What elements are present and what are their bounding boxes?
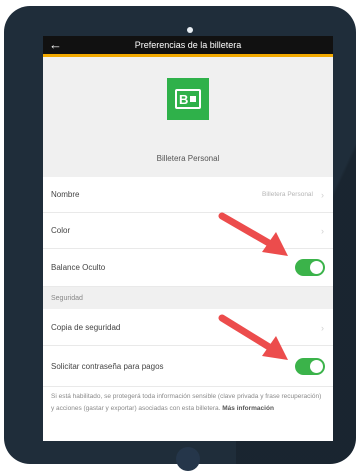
page-title: Preferencias de la billetera [134,40,242,50]
wallet-header: B Billetera Personal [43,57,333,177]
arrow-annotation-icon [218,212,288,256]
backup-label: Copia de seguridad [51,323,121,332]
arrow-annotation-icon [218,314,288,360]
top-bar: ← Preferencias de la billetera [43,36,333,54]
password-label: Solicitar contraseña para pagos [51,362,164,371]
camera-dot [187,27,193,33]
color-label: Color [51,226,71,235]
password-toggle[interactable] [295,358,325,375]
more-info-link[interactable]: Más información [222,405,274,412]
chevron-right-icon: › [321,322,324,333]
balance-toggle[interactable] [295,259,325,276]
description-text: Si está habilitado, se protegerá toda in… [51,393,322,412]
section-label: Seguridad [51,294,83,302]
chevron-right-icon: › [321,189,324,200]
balance-label: Balance Oculto [51,263,106,272]
wallet-name: Billetera Personal [156,154,220,163]
security-description: Si está habilitado, se protegerá toda in… [51,391,326,415]
wallet-icon-letter: B [179,92,188,107]
home-button[interactable] [176,447,200,471]
section-seguridad: Seguridad [43,287,333,309]
nombre-label: Nombre [51,190,80,199]
back-arrow-icon[interactable]: ← [49,37,62,53]
wallet-icon: B [167,78,209,120]
row-nombre[interactable]: Nombre Billetera Personal › [43,177,333,213]
chevron-right-icon: › [321,225,324,236]
nombre-value: Billetera Personal [262,191,313,198]
wallet-glyph-icon: B [175,89,201,109]
